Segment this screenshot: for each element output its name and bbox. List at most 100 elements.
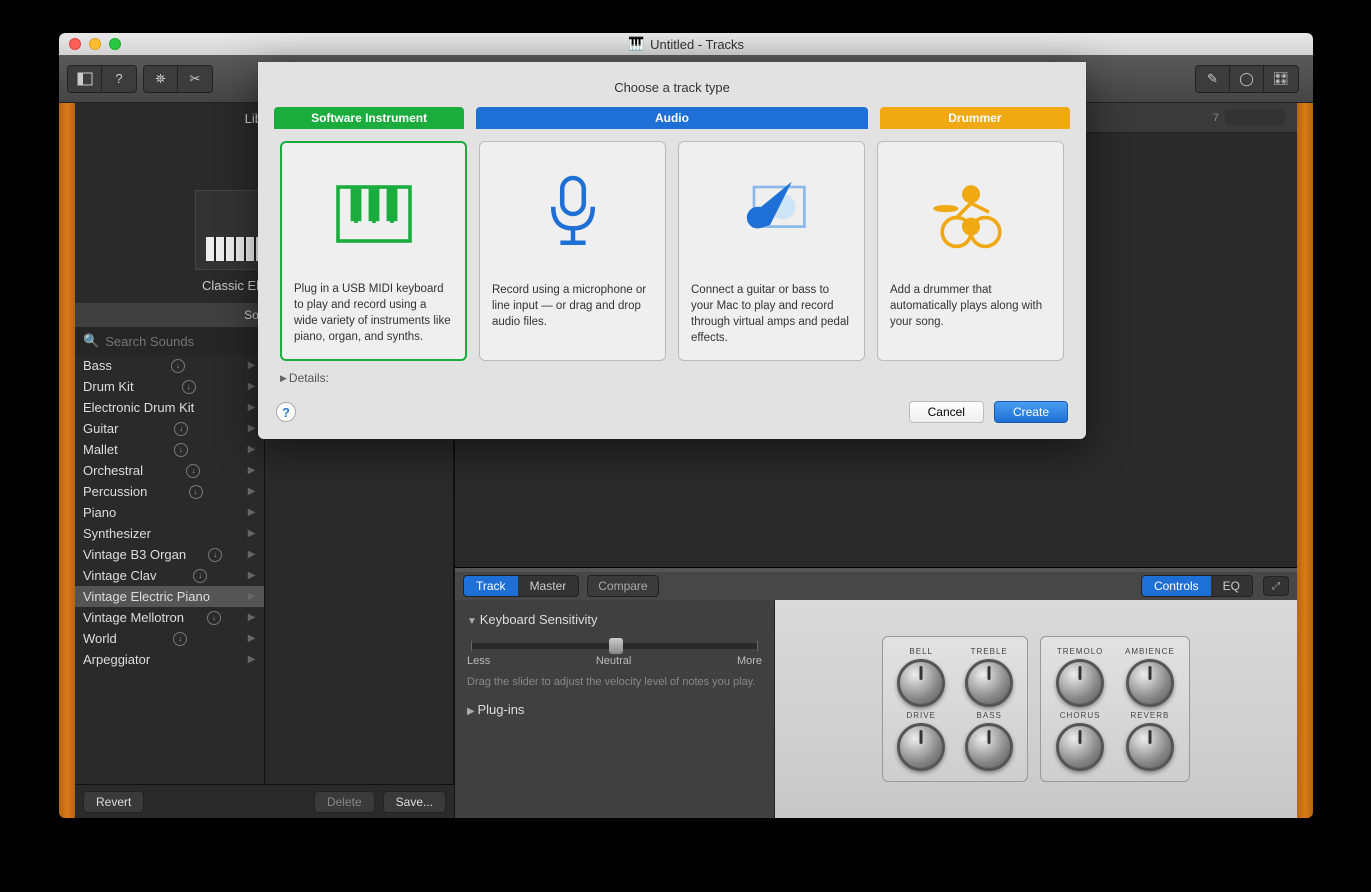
details-toggle[interactable]: Details: [258,361,1086,395]
tab-controls[interactable]: Controls [1142,576,1211,596]
category-item[interactable]: Mallet↓▶ [75,439,264,460]
search-icon: 🔍 [83,333,99,349]
zoom-window[interactable] [109,38,121,50]
knob-drive[interactable]: Drive [897,711,945,771]
track-type-card[interactable]: Connect a guitar or bass to your Mac to … [678,141,865,361]
category-item[interactable]: Percussion↓▶ [75,481,264,502]
library-toggle-button[interactable] [68,66,102,92]
library-footer: Revert Delete Save... [75,784,454,818]
track-inspector: Keyboard Sensitivity Less Neutral More D… [455,600,775,818]
chevron-right-icon: ▶ [248,612,256,623]
slider-label-less: Less [467,655,490,667]
category-item[interactable]: Bass↓▶ [75,355,264,376]
card-icon [492,156,653,272]
zoom-slider[interactable] [1225,109,1285,125]
wood-panel-right [1297,103,1313,818]
category-item[interactable]: Vintage Mellotron↓▶ [75,607,264,628]
download-icon[interactable]: ↓ [173,632,187,646]
knob-group-right: Tremolo Ambience Chorus Reverb [1040,636,1190,782]
tab-eq[interactable]: EQ [1211,576,1252,596]
ruler-marker: 7 [1213,112,1219,124]
download-icon[interactable]: ↓ [207,611,221,625]
knob-bass[interactable]: Bass [965,711,1013,771]
download-icon[interactable]: ↓ [208,548,222,562]
category-item[interactable]: Piano▶ [75,502,264,523]
notepad-button[interactable]: ✎ [1196,66,1230,92]
card-description: Add a drummer that automatically plays a… [890,282,1051,346]
category-item[interactable]: Guitar↓▶ [75,418,264,439]
dialog-help-button[interactable]: ? [276,402,296,422]
create-button[interactable]: Create [994,401,1068,423]
slider-thumb[interactable] [609,638,623,654]
download-icon[interactable]: ↓ [193,569,207,583]
loop-browser-button[interactable]: ◯ [1230,66,1264,92]
category-item[interactable]: Vintage Electric Piano▶ [75,586,264,607]
media-browser-button[interactable]: 🎛 [1264,66,1298,92]
chevron-right-icon: ▶ [248,381,256,392]
download-icon[interactable]: ↓ [189,485,203,499]
tab-track[interactable]: Track [464,576,518,596]
card-icon [294,157,453,271]
track-type-card[interactable]: Plug in a USB MIDI keyboard to play and … [280,141,467,361]
download-icon[interactable]: ↓ [182,380,196,394]
close-window[interactable] [69,38,81,50]
tag-audio: Audio [476,107,868,129]
smart-controls-button[interactable]: ⛯ [144,66,178,92]
app-window: 🎹 Untitled - Tracks ? ⛯ ✂ ✎ ◯ 🎛 Library [59,33,1313,818]
chevron-right-icon: ▶ [248,423,256,434]
category-item[interactable]: World↓▶ [75,628,264,649]
category-item[interactable]: Synthesizer▶ [75,523,264,544]
card-description: Plug in a USB MIDI keyboard to play and … [294,281,453,345]
slider-description: Drag the slider to adjust the velocity l… [467,675,762,690]
slider-label-more: More [737,655,762,667]
keyboard-sensitivity-header[interactable]: Keyboard Sensitivity [467,612,762,627]
expand-button[interactable]: ⤢ [1263,576,1289,596]
knob-chorus[interactable]: Chorus [1055,711,1105,771]
card-description: Connect a guitar or bass to your Mac to … [691,282,852,346]
knob-tremolo[interactable]: Tremolo [1055,647,1105,707]
chevron-right-icon: ▶ [248,486,256,497]
knob-ambience[interactable]: Ambience [1125,647,1175,707]
sensitivity-slider[interactable] [471,643,758,649]
save-button[interactable]: Save... [383,791,446,813]
help-button[interactable]: ? [102,66,136,92]
traffic-lights [69,38,121,50]
scissors-button[interactable]: ✂ [178,66,212,92]
knob-bell[interactable]: Bell [897,647,945,707]
download-icon[interactable]: ↓ [174,443,188,457]
track-type-card[interactable]: Record using a microphone or line input … [479,141,666,361]
cancel-button[interactable]: Cancel [909,401,984,423]
category-item[interactable]: Electronic Drum Kit▶ [75,397,264,418]
category-item[interactable]: Arpeggiator▶ [75,649,264,670]
chevron-right-icon: ▶ [248,591,256,602]
chevron-right-icon: ▶ [248,507,256,518]
download-icon[interactable]: ↓ [186,464,200,478]
plugins-header[interactable]: Plug-ins [467,702,762,717]
chevron-right-icon: ▶ [248,654,256,665]
knob-group-left: Bell Treble Drive Bass [882,636,1028,782]
chevron-right-icon: ▶ [248,465,256,476]
chevron-right-icon: ▶ [248,633,256,644]
card-description: Record using a microphone or line input … [492,282,653,346]
knob-treble[interactable]: Treble [965,647,1013,707]
category-item[interactable]: Drum Kit↓▶ [75,376,264,397]
tag-software-instrument: Software Instrument [274,107,464,129]
card-icon [890,156,1051,272]
download-icon[interactable]: ↓ [171,359,185,373]
smart-controls: Bell Treble Drive Bass Tremolo Ambience Choru… [775,600,1297,818]
track-type-card[interactable]: Add a drummer that automatically plays a… [877,141,1064,361]
tag-drummer: Drummer [880,107,1070,129]
category-item[interactable]: Vintage Clav↓▶ [75,565,264,586]
revert-button[interactable]: Revert [83,791,144,813]
category-item[interactable]: Vintage B3 Organ↓▶ [75,544,264,565]
minimize-window[interactable] [89,38,101,50]
titlebar: 🎹 Untitled - Tracks [59,33,1313,55]
tab-master[interactable]: Master [518,576,579,596]
category-item[interactable]: Orchestral↓▶ [75,460,264,481]
inspector-panel: Track Master Compare Controls EQ ⤢ [455,568,1297,818]
delete-button[interactable]: Delete [314,791,375,813]
download-icon[interactable]: ↓ [174,422,188,436]
knob-reverb[interactable]: Reverb [1125,711,1175,771]
chevron-right-icon: ▶ [248,528,256,539]
compare-button[interactable]: Compare [587,575,658,597]
